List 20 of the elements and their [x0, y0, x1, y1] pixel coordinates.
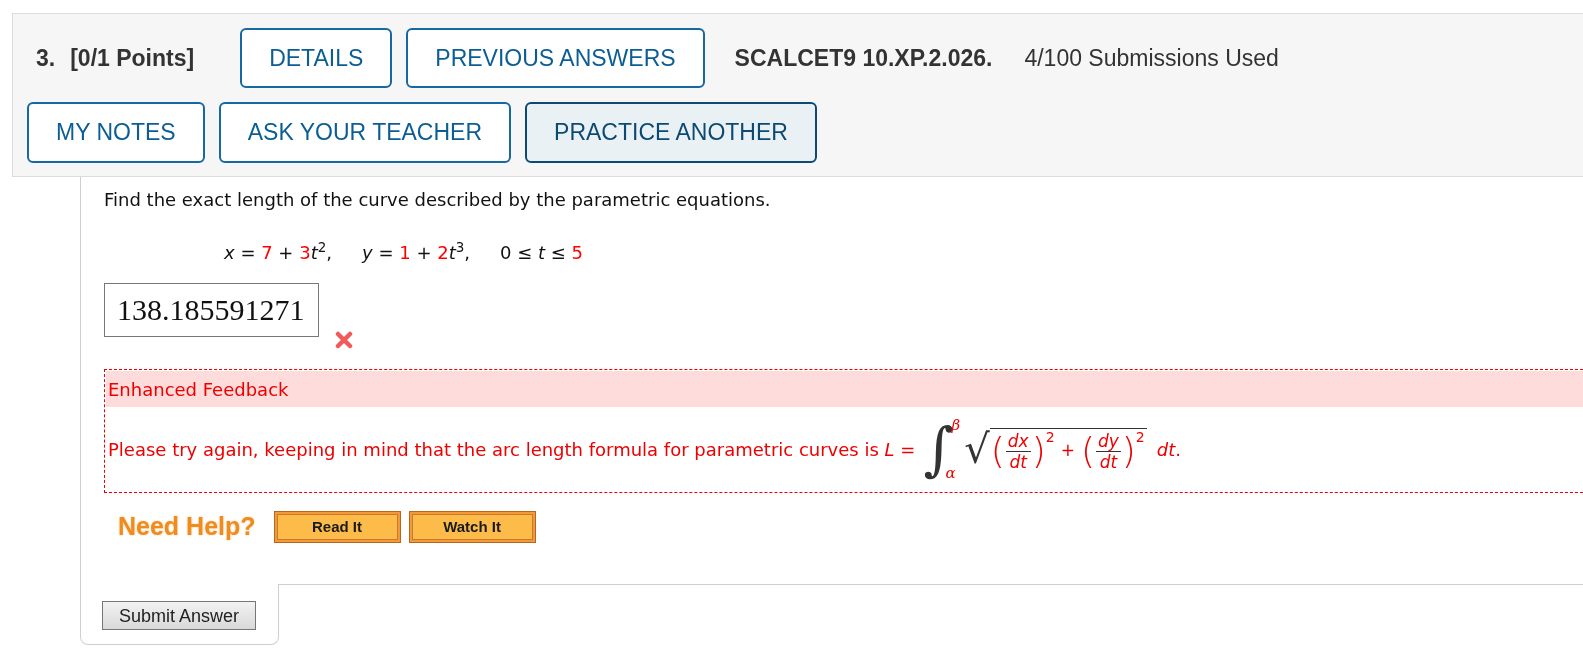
equation-text: 0 ≤ t ≤ 5 [500, 241, 584, 265]
feedback-text: Please try again, keeping in mind that the arc length formula for parametric curves is L = [108, 437, 916, 462]
help-button[interactable]: Read It [273, 511, 401, 543]
answer-field[interactable]: 138.185591271 [104, 283, 319, 337]
submit-answer-button[interactable]: Submit Answer [102, 601, 256, 630]
tool-button[interactable]: MY NOTES [27, 102, 205, 163]
equation-text: x = 7 + 3t$^{2}$, [224, 240, 332, 265]
question-text: Find the exact length of the curve described by the parametric equations. [104, 188, 772, 211]
feedback-title: Enhanced Feedback [108, 377, 289, 402]
problem-code: SCALCET9 10.XP.2.026. [734, 43, 993, 73]
help-button[interactable]: Watch It [408, 511, 536, 543]
equation-text: y = 1 + 2t$^{3}$, [362, 240, 471, 265]
submissions-count: 4/100 Submissions Used [1024, 43, 1279, 73]
header-button[interactable]: PREVIOUS ANSWERS [406, 28, 705, 88]
need-help-label: Need Help? [118, 511, 256, 543]
header-button[interactable]: DETAILS [240, 28, 393, 88]
points-label: [0/1 Points] [70, 43, 195, 73]
tool-button[interactable]: PRACTICE ANOTHER [525, 102, 817, 163]
tool-button[interactable]: ASK YOUR TEACHER [218, 102, 512, 163]
question-number: 3. [36, 43, 56, 73]
